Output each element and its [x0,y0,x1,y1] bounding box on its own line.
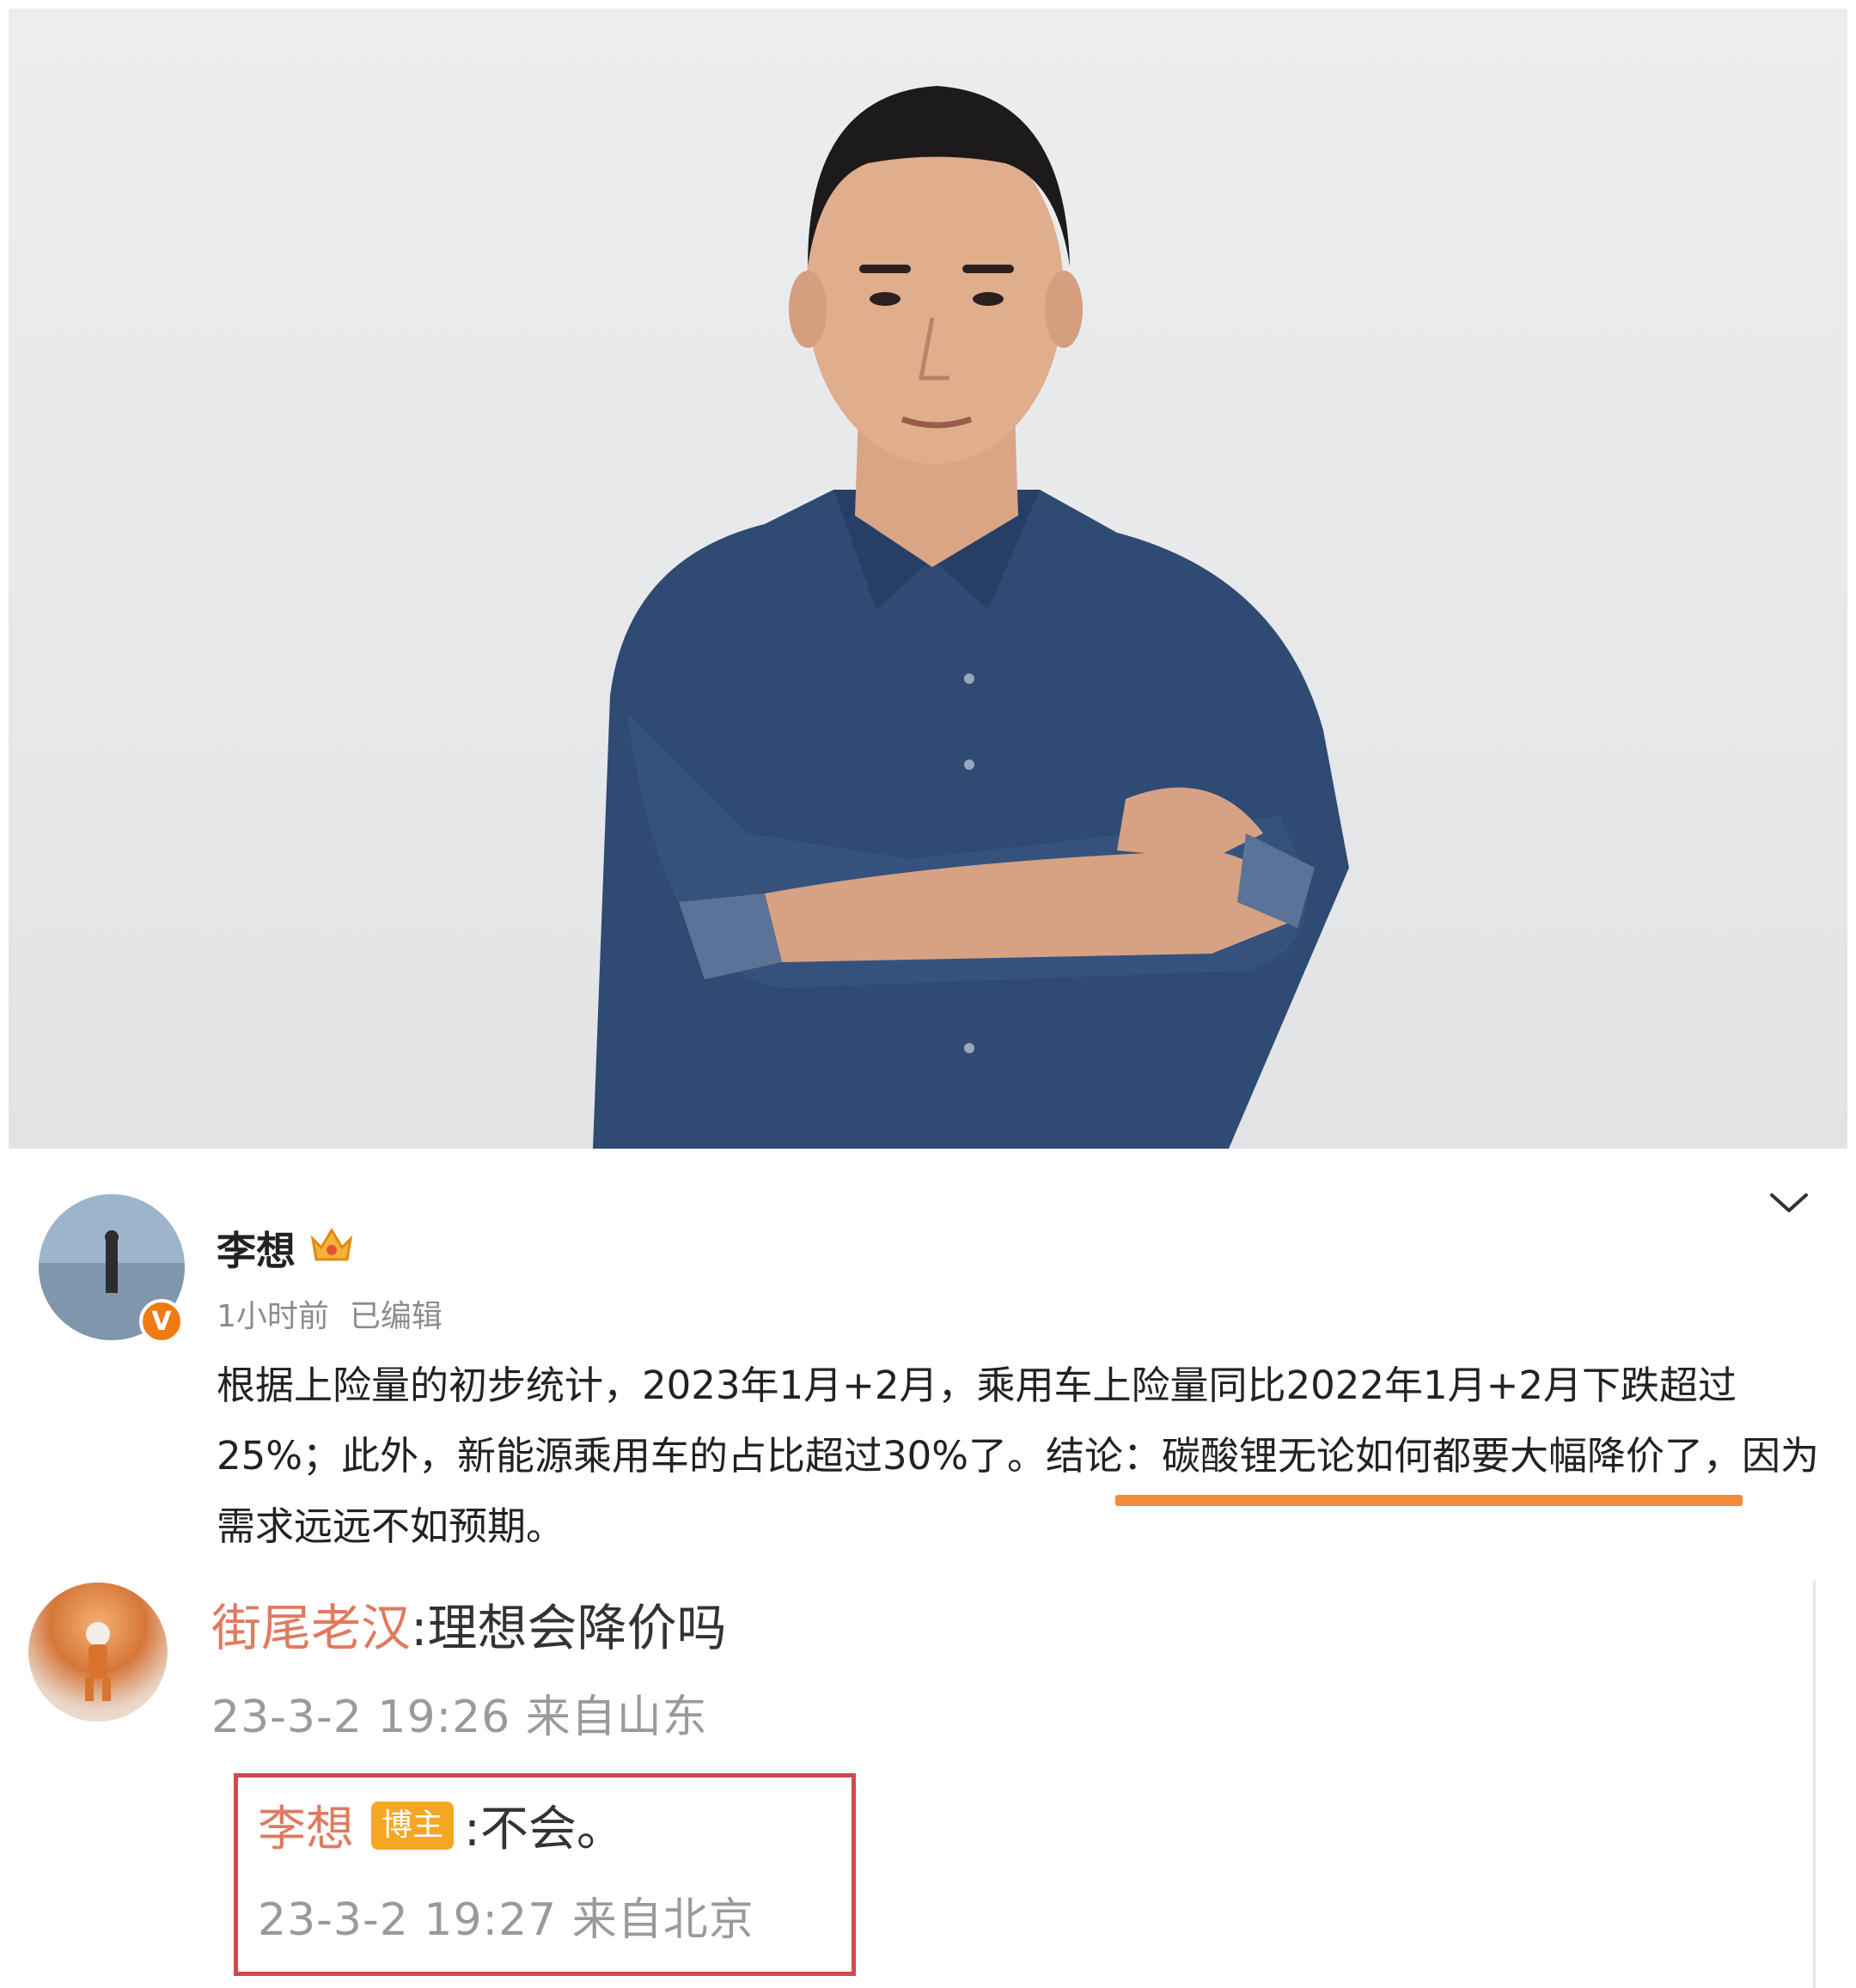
reply-line: 李想 博主 :不会。 [258,1790,625,1860]
crown-icon [310,1228,353,1261]
hero-photo [9,9,1847,1149]
blogger-badge: 博主 [371,1801,455,1850]
reply-text: :不会。 [464,1802,625,1857]
reply-author[interactable]: 李想 [258,1790,354,1860]
highlight-underline [1115,1495,1743,1506]
astronaut-avatar-icon [85,1622,111,1701]
post-edited-label[interactable]: 已编辑 [350,1299,443,1334]
author-name[interactable]: 李想 [217,1220,296,1277]
post-body: 根据上险量的初步统计，2023年1月+2月，乘用车上险量同比2022年1月+2月… [217,1363,1820,1549]
comment-meta: 23-3-2 19:26 来自山东 [211,1692,708,1743]
comment-text: :理想会降价吗 [411,1599,727,1657]
chevron-down-icon[interactable] [1768,1190,1810,1216]
post-meta: 1小时前 已编辑 [217,1291,443,1336]
post-time: 1小时前 [217,1299,329,1334]
commenter-avatar[interactable] [28,1582,168,1722]
portrait-illustration [593,86,1349,1149]
commenter-name[interactable]: 街尾老汉 [211,1599,411,1657]
reply-meta: 23-3-2 19:27 来自北京 [258,1894,754,1946]
verified-badge-icon: V [139,1299,184,1344]
comment-line: 街尾老汉:理想会降价吗 [211,1588,727,1660]
